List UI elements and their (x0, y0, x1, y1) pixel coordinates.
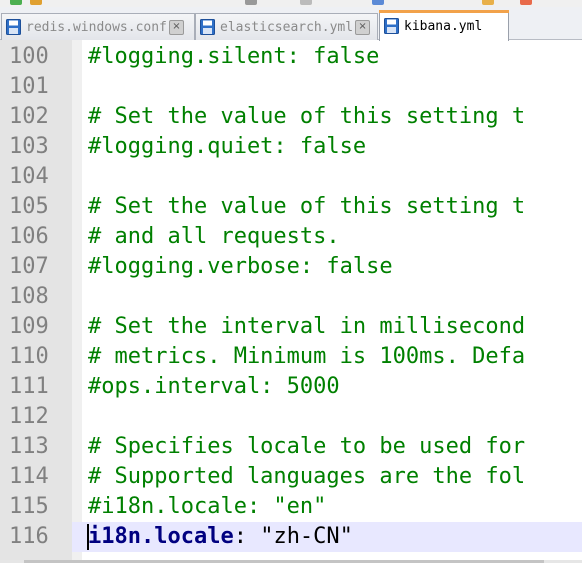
toolbar-strip (0, 0, 582, 7)
text-caret (87, 524, 89, 550)
tab-label: kibana.yml (404, 18, 483, 34)
code-text[interactable]: # Set the value of this setting t (88, 102, 525, 132)
tab-kibana-yml[interactable]: kibana.yml (379, 10, 509, 41)
code-text[interactable]: # Set the interval in millisecond (88, 312, 525, 342)
line-number: 105 (9, 194, 49, 219)
yaml-value: "zh-CN" (246, 524, 353, 549)
save-disk-icon (6, 19, 21, 35)
editor-line[interactable]: 115 #i18n.locale: "en" (0, 492, 582, 522)
editor-line[interactable]: 113 # Specifies locale to be used for (0, 432, 582, 462)
editor-line[interactable]: 111 #ops.interval: 5000 (0, 372, 582, 402)
toolbar-icon[interactable] (520, 0, 532, 5)
line-number: 102 (9, 104, 49, 129)
code-text[interactable]: #logging.silent: false (88, 42, 379, 72)
line-number: 107 (9, 254, 49, 279)
yaml-separator: : (233, 524, 247, 549)
editor-line[interactable]: 105 # Set the value of this setting t (0, 192, 582, 222)
editor-line[interactable]: 110 # metrics. Minimum is 100ms. Defa (0, 342, 582, 372)
code-text[interactable]: # Specifies locale to be used for (88, 432, 525, 462)
code-text[interactable]: # metrics. Minimum is 100ms. Defa (88, 342, 525, 372)
editor-line[interactable]: 104 (0, 162, 582, 192)
editor-line[interactable]: 114 # Supported languages are the fol (0, 462, 582, 492)
editor-line[interactable]: 107 #logging.verbose: false (0, 252, 582, 282)
editor-line[interactable]: 106 # and all requests. (0, 222, 582, 252)
code-text[interactable]: #i18n.locale: "en" (88, 492, 326, 522)
close-icon[interactable]: × (355, 19, 371, 35)
close-icon[interactable]: × (168, 19, 184, 35)
line-number: 114 (9, 464, 49, 489)
editor-line-current[interactable]: 116 i18n.locale: "zh-CN" (0, 522, 582, 552)
code-text[interactable]: i18n.locale: "zh-CN" (88, 522, 353, 552)
line-number: 113 (9, 434, 49, 459)
save-disk-icon (384, 18, 399, 34)
line-number: 101 (9, 74, 49, 99)
line-number: 104 (9, 164, 49, 189)
line-number: 109 (9, 314, 49, 339)
code-text[interactable]: #logging.quiet: false (88, 132, 366, 162)
toolbar-icon[interactable] (10, 0, 22, 5)
line-number: 110 (9, 344, 49, 369)
line-number: 112 (9, 404, 49, 429)
tab-label: redis.windows.conf (26, 19, 167, 35)
editor-line[interactable]: 112 (0, 402, 582, 432)
tab-elasticsearch-yml[interactable]: elasticsearch.yml × (195, 13, 378, 40)
line-number: 108 (9, 284, 49, 309)
tab-bar: redis.windows.conf × elasticsearch.yml ×… (0, 7, 582, 41)
code-text[interactable]: # Set the value of this setting t (88, 192, 525, 222)
editor-line[interactable]: 102 # Set the value of this setting t (0, 102, 582, 132)
save-disk-icon (200, 19, 215, 35)
editor-line[interactable]: 100 #logging.silent: false (0, 42, 582, 72)
tab-label: elasticsearch.yml (220, 19, 354, 35)
editor-line[interactable]: 108 (0, 282, 582, 312)
line-number: 115 (9, 494, 49, 519)
editor-line[interactable]: 109 # Set the interval in millisecond (0, 312, 582, 342)
code-text[interactable]: # and all requests. (88, 222, 340, 252)
code-text[interactable]: # Supported languages are the fol (88, 462, 525, 492)
code-text[interactable]: #logging.verbose: false (88, 252, 393, 282)
line-number: 100 (9, 44, 49, 69)
yaml-key: i18n.locale (88, 524, 234, 549)
toolbar-icon[interactable] (245, 0, 257, 5)
toolbar-icon[interactable] (300, 0, 312, 5)
line-number: 103 (9, 134, 49, 159)
editor[interactable]: 100 #logging.silent: false 101 102 # Set… (0, 40, 582, 560)
editor-line[interactable]: 103 #logging.quiet: false (0, 132, 582, 162)
toolbar-icon[interactable] (372, 0, 384, 5)
editor-line[interactable]: 101 (0, 72, 582, 102)
line-number: 106 (9, 224, 49, 249)
line-number: 116 (0, 522, 72, 552)
toolbar-icon[interactable] (482, 0, 494, 5)
line-number: 111 (9, 374, 49, 399)
code-text[interactable]: #ops.interval: 5000 (88, 372, 340, 402)
toolbar-icon[interactable] (30, 0, 42, 5)
tab-redis-windows-conf[interactable]: redis.windows.conf × (1, 13, 195, 40)
